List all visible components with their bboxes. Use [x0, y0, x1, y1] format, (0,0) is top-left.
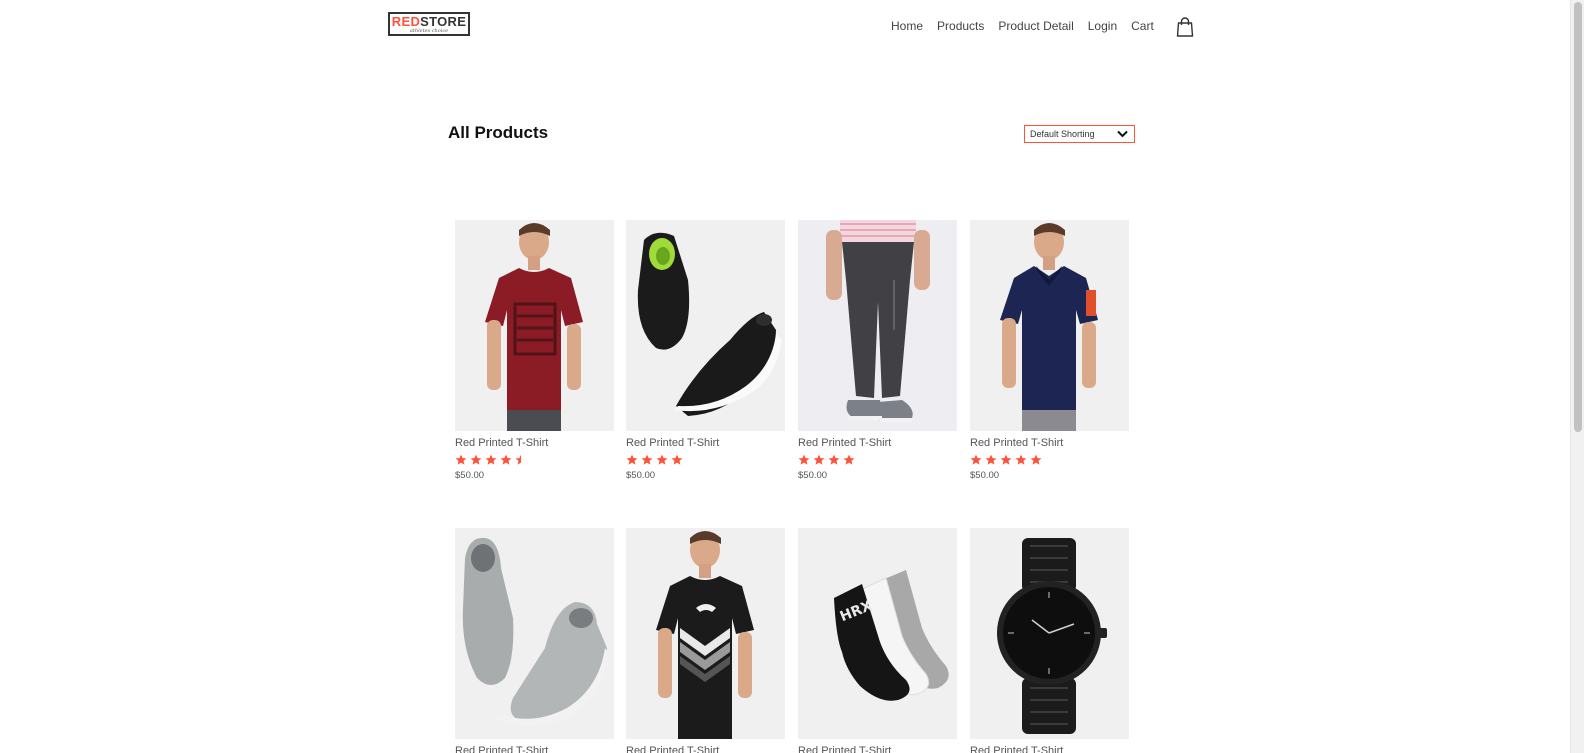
product-name[interactable]: Red Printed T-Shirt: [626, 745, 785, 753]
product-name[interactable]: Red Printed T-Shirt: [455, 437, 614, 449]
chevron-down-icon: [1117, 130, 1128, 138]
page-title: All Products: [448, 123, 549, 142]
product-name[interactable]: Red Printed T-Shirt: [626, 437, 785, 449]
product-name[interactable]: Red Printed T-Shirt: [455, 745, 614, 753]
product-rating: [626, 454, 785, 465]
product-image-black-watch[interactable]: [970, 528, 1129, 739]
star-icon: [828, 454, 840, 465]
product-card[interactable]: HRX Red Printed T-Shirt: [798, 528, 957, 753]
product-rating: [970, 454, 1129, 465]
scrollbar-thumb[interactable]: [1574, 2, 1582, 432]
star-icon: [970, 454, 982, 465]
star-icon: [798, 454, 810, 465]
star-icon: [641, 454, 653, 465]
product-rating: [798, 454, 957, 465]
product-card[interactable]: Red Printed T-Shirt: [455, 528, 614, 753]
product-image-black-puma-tshirt[interactable]: [626, 528, 785, 739]
product-image-navy-polo[interactable]: [970, 220, 1129, 431]
star-icon: [985, 454, 997, 465]
star-icon: [671, 454, 683, 465]
product-name[interactable]: Red Printed T-Shirt: [970, 437, 1129, 449]
product-image-socks[interactable]: HRX: [798, 528, 957, 739]
star-icon: [485, 454, 497, 465]
product-card[interactable]: Red Printed T-Shirt $50.00: [798, 220, 957, 481]
shopping-bag-icon[interactable]: [1176, 17, 1194, 37]
star-icon: [843, 454, 855, 465]
product-card[interactable]: Red Printed T-Shirt $50.00: [970, 220, 1129, 481]
product-price: $50.00: [970, 470, 1000, 481]
nav-login[interactable]: Login: [1088, 19, 1117, 33]
nav-home[interactable]: Home: [891, 19, 923, 33]
product-price: $50.00: [626, 470, 656, 481]
star-icon: [1000, 454, 1012, 465]
product-image-grey-joggers[interactable]: [798, 220, 957, 431]
star-icon: [626, 454, 638, 465]
sort-select[interactable]: Default Shorting: [1024, 125, 1135, 143]
product-name[interactable]: Red Printed T-Shirt: [798, 745, 957, 753]
star-icon: [1015, 454, 1027, 465]
product-price: $50.00: [798, 470, 828, 481]
product-image-grey-high-tops[interactable]: [455, 528, 614, 739]
star-icon: [656, 454, 668, 465]
logo-tagline: athletes choice: [409, 27, 449, 34]
nav-products[interactable]: Products: [937, 19, 984, 33]
star-icon: [1030, 454, 1042, 465]
star-icon: [813, 454, 825, 465]
product-card[interactable]: Red Printed T-Shirt: [970, 528, 1129, 753]
product-price: $50.00: [455, 470, 485, 481]
redstore-logo[interactable]: REDSTORE athletes choice: [388, 12, 470, 36]
page-scrollbar[interactable]: [1570, 0, 1584, 753]
sort-selected-value: Default Shorting: [1030, 129, 1095, 139]
product-rating: [455, 454, 614, 465]
main-nav: Home Products Product Detail Login Cart: [891, 19, 1168, 33]
star-icon: [455, 454, 467, 465]
product-card[interactable]: Red Printed T-Shirt: [626, 528, 785, 753]
star-icon: [500, 454, 512, 465]
product-card[interactable]: Red Printed T-Shirt $50.00: [455, 220, 614, 481]
product-image-black-sneakers[interactable]: [626, 220, 785, 431]
product-name[interactable]: Red Printed T-Shirt: [970, 745, 1129, 753]
nav-product-detail[interactable]: Product Detail: [998, 19, 1073, 33]
star-icon: [470, 454, 482, 465]
product-card[interactable]: Red Printed T-Shirt $50.00: [626, 220, 785, 481]
product-image-red-tshirt[interactable]: [455, 220, 614, 431]
nav-cart[interactable]: Cart: [1131, 19, 1154, 33]
logo-wordmark: REDSTORE: [391, 13, 467, 29]
product-name[interactable]: Red Printed T-Shirt: [798, 437, 957, 449]
star-half-icon: [515, 454, 521, 465]
